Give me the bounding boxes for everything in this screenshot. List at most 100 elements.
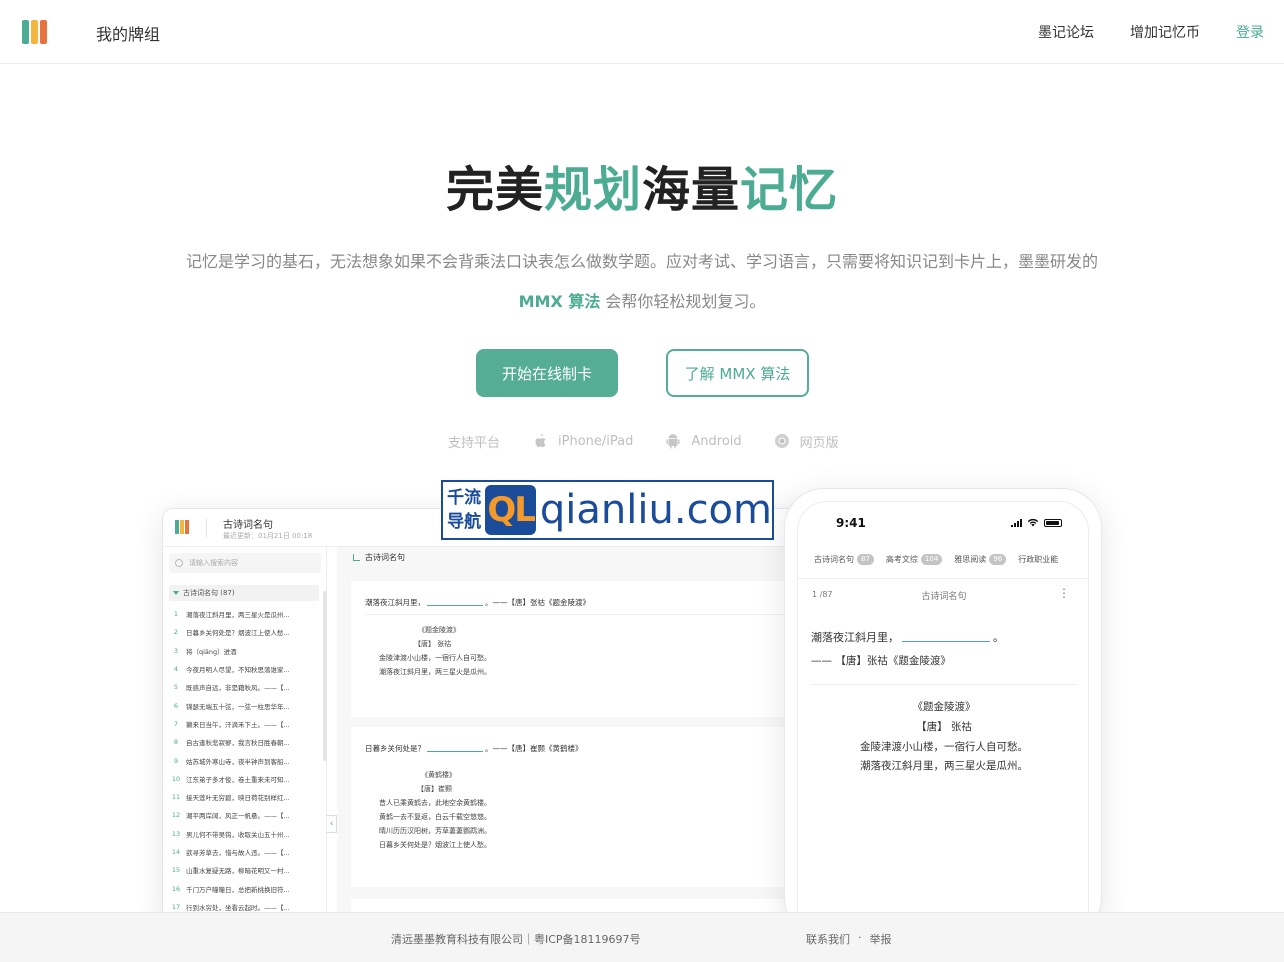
main-panel-title: 古诗词名句 — [365, 553, 405, 562]
phone-tab-ielts[interactable]: 雅思阅读 96 — [954, 554, 1007, 565]
card-list-index: 1 — [173, 610, 179, 619]
card-list-text: 姑苏城外寒山寺，夜半钟声到客船... — [186, 757, 290, 766]
android-icon — [666, 434, 680, 449]
card-list-index: 17 — [171, 902, 181, 911]
card-list-index: 3 — [173, 646, 179, 655]
platform-web[interactable]: 网页版 — [774, 432, 839, 451]
card-question: 日暮乡关何处是？ 。——【唐】崔颢《黄鹤楼》 — [365, 744, 583, 753]
cloze-blank — [427, 751, 483, 752]
collapse-sidebar-button[interactable]: ‹ — [327, 815, 337, 833]
phone-status-icons — [1011, 518, 1062, 527]
card-list-index: 7 — [173, 719, 179, 728]
card-list-index: 2 — [173, 628, 179, 637]
desktop-search-input[interactable]: 请输入搜索内容 — [169, 553, 321, 573]
card-list-text: 獭来日当午，汗滴禾下土。——【... — [186, 720, 290, 729]
footer-company-icp[interactable]: 清远墨墨教育科技有限公司｜粤ICP备18119697号 — [391, 931, 641, 947]
watermark-ql: QL — [485, 485, 536, 535]
phone-tab-gaokao[interactable]: 高考文综 104 — [886, 554, 943, 565]
card-divider — [365, 614, 791, 615]
desktop-main-panel: 古诗词名句 潮落夜江斜月里， 。——【唐】张祜《题金陵渡》 《题金陵渡》 【唐】 … — [337, 547, 801, 927]
nav-coins-link[interactable]: 增加记忆币 — [1130, 22, 1200, 42]
phone-tab-civil[interactable]: 行政职业能 — [1018, 554, 1058, 565]
card-list-item[interactable]: 7 獭来日当午，汗滴禾下土。——【... — [169, 715, 319, 733]
card-list-item[interactable]: 16 千门万户曈曈日，总把新桃换旧符... — [169, 879, 319, 897]
card-list-item[interactable]: 3 将（qiāng）进酒 — [169, 642, 319, 660]
contact-us-link[interactable]: 联系我们 — [806, 931, 850, 947]
card-list-item[interactable]: 4 今夜月明人尽望，不知秋思落谁家... — [169, 660, 319, 678]
card-list-text: 潮落夜江斜月里，两三星火是瓜州... — [186, 611, 290, 620]
main-panel-header: 古诗词名句 — [337, 547, 801, 575]
report-link[interactable]: 举报 — [870, 931, 892, 947]
poem-author: 【唐】 张祜 — [916, 721, 972, 733]
card-list-text: 既惑声自远，非是藉秋风。——【... — [186, 684, 290, 693]
card-list-index: 13 — [171, 829, 181, 838]
platform-web-label: 网页版 — [799, 435, 839, 451]
brand-logo-icon[interactable] — [22, 20, 48, 44]
phone-tab-poems[interactable]: 古诗词名句 87 — [814, 554, 874, 565]
card-list-item[interactable]: 10 江东弟子多才俊，卷土重来未可知... — [169, 770, 319, 788]
card-list-item[interactable]: 2 日暮乡关何处是？烟波江上使人愁... — [169, 623, 319, 641]
watermark-logo: 千流 导航 QL qianliu.com — [441, 480, 774, 540]
poem-line: 潮落夜江斜月里，两三星火是瓜州。 — [379, 668, 491, 676]
card-list-index: 12 — [171, 811, 181, 820]
platform-android[interactable]: Android — [665, 433, 742, 449]
card-list-text: 江东弟子多才俊，卷土重来未可知... — [186, 775, 290, 784]
card-list-text: 行到水穷处，坐看云起时。——【... — [186, 903, 290, 912]
card-list-index: 10 — [171, 774, 181, 783]
card-list-item[interactable]: 13 男儿何不带吴钩，收取关山五十州... — [169, 825, 319, 843]
card-preview-1[interactable]: 潮落夜江斜月里， 。——【唐】张祜《题金陵渡》 《题金陵渡》 【唐】 张祜 金陵津… — [351, 581, 791, 717]
card-list-item[interactable]: 9 姑苏城外寒山寺，夜半钟声到客船... — [169, 751, 319, 769]
search-icon — [175, 559, 183, 567]
footer-separator-dot: · — [858, 931, 862, 944]
watermark-domain: qianliu.com — [539, 487, 772, 533]
card-list-item[interactable]: 8 自古逢秋悲寂寥，我言秋日胜春朝... — [169, 733, 319, 751]
phone-card-divider — [811, 684, 1077, 685]
card-list-item[interactable]: 12 潮平两岸阔，风正一帆悬。——【... — [169, 806, 319, 824]
start-online-card-button[interactable]: 开始在线制卡 — [476, 349, 618, 397]
platform-android-label: Android — [691, 433, 742, 449]
desktop-logo-icon — [175, 520, 189, 534]
my-decks-link[interactable]: 我的牌组 — [96, 21, 160, 45]
card-list-text: 自古逢秋悲寂寥，我言秋日胜春朝... — [186, 739, 290, 748]
platform-ios[interactable]: iPhone/iPad — [532, 433, 633, 449]
nav-forum-link[interactable]: 墨记论坛 — [1038, 22, 1094, 42]
footer-links: 联系我们 · 举报 — [806, 931, 892, 947]
battery-icon — [1044, 518, 1062, 527]
card-list-item[interactable]: 11 接天莲叶无穷碧，映日荷花别样红... — [169, 788, 319, 806]
cloze-blank — [902, 641, 990, 642]
card-list-text: 男儿何不带吴钩，收取关山五十州... — [186, 830, 290, 839]
card-list-index: 16 — [171, 884, 181, 893]
phone-app-preview: 9:41 古诗词名句 87 高考文综 104 雅思阅读 96 行政职业能 古诗词名句 … — [784, 488, 1102, 938]
card-list-index: 6 — [173, 701, 179, 710]
deck-group-header[interactable]: 古诗词名句 (87) — [169, 585, 319, 601]
card-preview-2[interactable]: 日暮乡关何处是？ 。——【唐】崔颢《黄鹤楼》 《黄鹤楼》 【唐】崔颢 昔人已乘黄鹤… — [351, 727, 791, 887]
phone-card-source: —— 【唐】张祜《题金陵渡》 — [811, 655, 951, 667]
card-list-text: 日暮乡关何处是？烟波江上使人愁... — [186, 629, 290, 638]
phone-card-question: 潮落夜江斜月里，。 — [811, 631, 1004, 644]
card-question: 潮落夜江斜月里， 。——【唐】张祜《题金陵渡》 — [365, 598, 590, 607]
card-list-item[interactable]: 15 山重水复疑无路，柳暗花明又一村... — [169, 861, 319, 879]
card-list-text: 千门万户曈曈日，总把新桃换旧符... — [186, 885, 290, 894]
card-list-text: 欲寻芳草去，惜与故人违。——【... — [186, 849, 290, 857]
more-options-icon[interactable]: ⋮ — [1058, 586, 1070, 600]
platforms-label: 支持平台 — [448, 435, 501, 451]
card-list-item[interactable]: 5 既惑声自远，非是藉秋风。——【... — [169, 678, 319, 696]
card-list-item[interactable]: 1 潮落夜江斜月里，两三星火是瓜州... — [169, 605, 319, 623]
card-list-index: 4 — [173, 665, 179, 674]
tab-count-badge: 96 — [989, 554, 1007, 565]
poem-line: 金陵津渡小山楼，一宿行人自可愁。 — [379, 654, 491, 662]
phone-deck-tabs: 古诗词名句 87 高考文综 104 雅思阅读 96 行政职业能 — [814, 554, 1058, 565]
tab-count-badge: 104 — [920, 554, 943, 565]
card-list-index: 15 — [171, 866, 181, 875]
apple-icon — [535, 434, 546, 448]
card-list-text: 接天莲叶无穷碧，映日荷花别样红... — [186, 794, 290, 803]
sidebar-scrollbar[interactable] — [323, 591, 327, 761]
learn-mmx-button[interactable]: 了解 MMX 算法 — [666, 349, 809, 397]
card-list-item[interactable]: 14 欲寻芳草去，惜与故人违。——【... — [169, 843, 319, 861]
mmx-algorithm-highlight: MMX 算法 — [518, 292, 601, 311]
tab-count-badge: 87 — [857, 554, 874, 565]
watermark-chinese: 千流 导航 — [447, 488, 482, 532]
login-link[interactable]: 登录 — [1236, 22, 1264, 42]
card-list-index: 11 — [171, 793, 181, 802]
card-list-item[interactable]: 6 锦瑟无端五十弦，一弦一柱思华年... — [169, 696, 319, 714]
